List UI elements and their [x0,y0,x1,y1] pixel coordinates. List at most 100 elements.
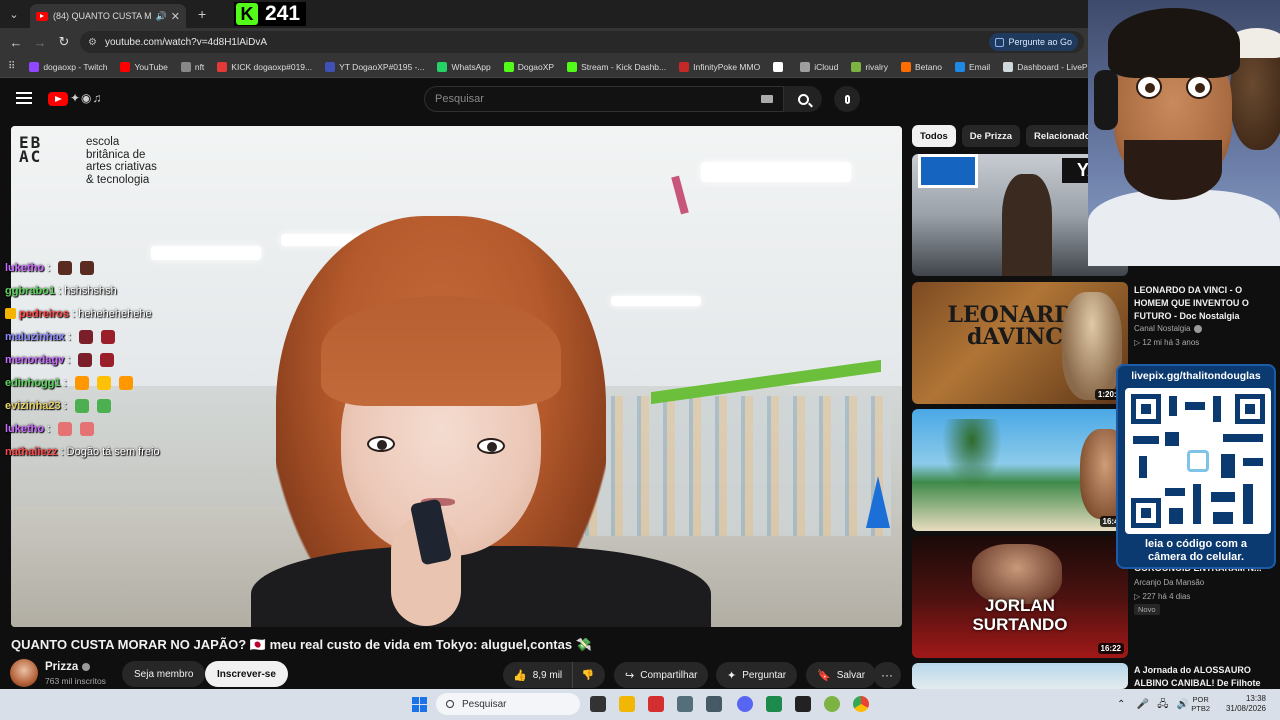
sign-icon [918,154,978,188]
youtube-logo-icon[interactable] [48,92,68,106]
dislike-button[interactable]: 👎 [573,670,603,681]
kick-app-icon[interactable] [766,696,782,712]
more-actions-button[interactable]: ··· [873,662,901,688]
new-tab-button[interactable]: + [198,6,206,22]
qr-finder [1131,498,1161,528]
bookmark-label: KICK dogaoxp#019... [231,61,313,72]
bookmark-item[interactable]: KICK dogaoxp#019... [217,61,313,72]
forward-icon[interactable]: → [28,35,52,50]
obs-icon[interactable] [795,696,811,712]
chat-username[interactable]: nathaliezz [5,446,58,458]
chat-separator: : [60,445,64,458]
language-line-2: PTB2 [1191,704,1210,713]
filter-chip[interactable]: Todos [912,125,956,147]
bookmark-favicon-icon [29,61,40,72]
bookmark-item[interactable]: iCloud [800,61,838,72]
bookmark-item[interactable] [773,61,787,72]
bookmark-item[interactable]: nft [180,61,204,72]
search-icon [797,93,809,105]
keyboard-icon[interactable] [761,95,773,103]
chat-username[interactable]: maluzinhax [5,331,65,343]
clock[interactable]: 13:38 31/08/2026 [1226,694,1266,714]
close-tab-icon[interactable]: ✕ [171,10,180,23]
speaker-icon[interactable]: 🔊 [156,11,167,22]
share-button[interactable]: ↪ Compartilhar [614,662,709,688]
channel-name-row[interactable]: Prizza [45,661,91,673]
app-icon-green[interactable] [824,696,840,712]
rec-channel[interactable]: Arcanjo Da Mansão [1134,578,1204,587]
join-button[interactable]: Seja membro [122,661,206,687]
bookmark-item[interactable]: DogaoXP [503,61,554,72]
rec-thumbnail[interactable]: LEONARDO dAVINCI 1:20:4 [912,282,1128,404]
windows-start-icon[interactable] [412,697,427,712]
chrome-icon[interactable] [853,696,869,712]
rec-video[interactable]: A Jornada do ALOSSAURO ALBINO CANIBAL! D… [912,663,1280,689]
task-view-icon[interactable] [590,696,606,712]
bookmark-item[interactable]: Email [954,61,990,72]
voice-search-button[interactable] [834,86,860,112]
bookmark-item[interactable]: Betano [900,61,942,72]
subscribe-button[interactable]: Inscrever-se [205,661,288,687]
screen: ⌄ (84) QUANTO CUSTA MORAR 🔊 ✕ + K 241 ← … [0,0,1280,720]
app-icon-red[interactable] [648,696,664,712]
language-indicator[interactable]: POR PTB2 [1191,695,1210,713]
discord-icon[interactable] [737,696,753,712]
ask-google-button[interactable]: Pergunte ao Go [989,33,1078,51]
rec-thumbnail[interactable]: JORLAN SURTANDO 16:22 [912,536,1128,658]
bookmark-label: YT DogaoXP#0195 -... [339,61,425,72]
menu-icon[interactable] [16,92,32,104]
chat-message: nathaliezz: Dogão tá sem freio [5,440,225,463]
bookmark-item[interactable]: WhatsApp [437,61,491,72]
chat-username[interactable]: pedreiros [19,308,69,320]
ask-google-label: Pergunte ao Go [1008,37,1072,47]
bookmark-item[interactable]: Dashboard - LivePix [1003,61,1090,72]
search-input[interactable]: Pesquisar [424,86,784,112]
filter-chip[interactable]: De Prizza [961,125,1021,147]
bookmark-item[interactable]: rivalry [851,61,888,72]
back-icon[interactable]: ← [4,35,28,50]
save-button[interactable]: 🔖 Salvar [806,662,877,688]
calculator-icon[interactable] [706,696,722,712]
taskbar-search[interactable]: Pesquisar [436,693,580,715]
chat-username[interactable]: edinhogg1 [5,377,61,389]
bookmark-favicon-icon [325,61,336,72]
rec-title[interactable]: A Jornada do ALOSSAURO ALBINO CANIBAL! D… [1134,664,1274,689]
chat-username[interactable]: luketho [5,423,44,435]
file-explorer-icon[interactable] [619,696,635,712]
channel-avatar[interactable] [10,659,38,687]
active-tab[interactable]: (84) QUANTO CUSTA MORAR 🔊 ✕ [30,4,186,28]
qr-module [1213,512,1233,524]
chat-username[interactable]: evizinha23 [5,400,61,412]
chat-emote-icon [80,260,95,275]
youtube-doodle-icon[interactable]: ✦◉♫ [70,91,103,105]
snipping-tool-icon[interactable] [677,696,693,712]
rec-thumbnail[interactable]: 16:43 [912,409,1128,531]
bookmark-item[interactable]: Stream - Kick Dashb... [567,61,666,72]
chat-username[interactable]: ggbrabo1 [5,285,55,297]
chat-username[interactable]: menordagv [5,354,64,366]
rec-title[interactable]: LEONARDO DA VINCI - O HOMEM QUE INVENTOU… [1134,284,1274,323]
rec-channel[interactable]: Canal Nostalgia [1134,324,1203,333]
reload-icon[interactable]: ↻ [52,34,76,50]
chat-username[interactable]: luketho [5,262,44,274]
site-info-icon[interactable]: ⚙ [88,37,97,48]
bookmark-item[interactable]: YT DogaoXP#0195 -... [325,61,425,72]
bookmark-item[interactable]: InfinityPoke MMO [679,61,760,72]
bookmark-item[interactable]: dogaoxp - Twitch [29,61,107,72]
chat-separator: : [47,261,51,274]
bookmark-favicon-icon [180,61,191,72]
search-button[interactable] [784,86,822,112]
tray-icons[interactable]: ⌃ 🎤 🖧 🔊 [1117,697,1189,714]
like-button[interactable]: 👍 8,9 mil [503,662,574,688]
webcam-shirt [1088,190,1280,266]
qr-module [1165,488,1185,496]
rec-thumbnail[interactable] [912,663,1128,689]
ask-button[interactable]: ✦ Perguntar [716,662,798,688]
bookmark-label: Betano [914,61,942,72]
apps-grid-icon[interactable]: ⠿ [8,61,15,72]
chat-text: hshshshsh [64,284,117,297]
chat-message: pedreiros: hehehehehehe [5,302,225,325]
tab-search-chevron-icon[interactable]: ⌄ [2,3,26,25]
bookmark-item[interactable]: YouTube [120,61,168,72]
address-bar[interactable]: ⚙ youtube.com/watch?v=4d8H1lAiDvA Pergun… [80,31,1084,53]
